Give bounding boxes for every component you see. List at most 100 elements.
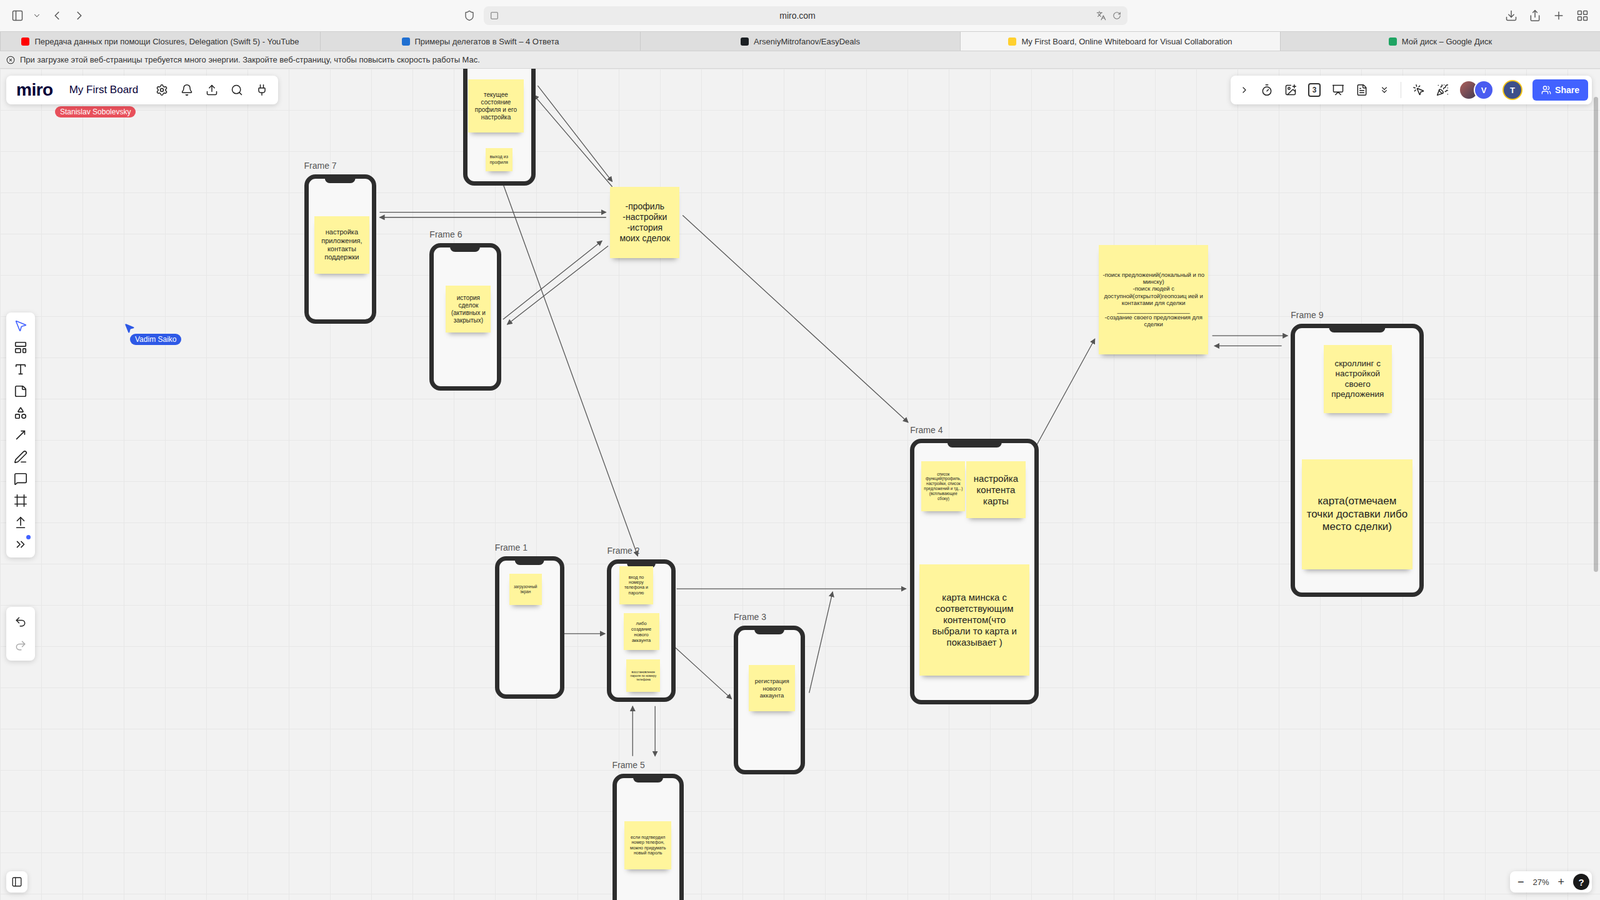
browser-tab[interactable]: Передача данных при помощи Closures, Del… xyxy=(0,31,320,51)
reload-icon[interactable] xyxy=(1112,11,1122,20)
sticky-note[interactable]: карта минска с соответствующим контентом… xyxy=(919,564,1030,676)
browser-tab[interactable]: ArseniyMitrofanov/EasyDeals xyxy=(640,31,960,51)
connector[interactable] xyxy=(379,211,606,213)
sticky-note[interactable]: настройка контента карты xyxy=(966,461,1026,519)
board-canvas[interactable]: текущее состояние профиля и его настройк… xyxy=(0,68,1600,900)
sticky-note[interactable]: вход по номеру телефона и паролю xyxy=(619,566,654,604)
miro-logo[interactable]: miro xyxy=(16,80,54,100)
sticky-note[interactable]: загрузочный экран xyxy=(509,573,542,606)
phone-frame[interactable]: Frame 9скроллинг с настройкой своего пре… xyxy=(1290,323,1424,598)
phone-frame[interactable]: Frame 1загрузочный экран xyxy=(495,556,565,700)
settings-icon[interactable] xyxy=(155,83,169,97)
connector[interactable] xyxy=(506,245,609,325)
sticky-note[interactable]: -профиль -настройки -история моих сделок xyxy=(610,186,680,259)
phone-frame[interactable]: текущее состояние профиля и его настройк… xyxy=(463,68,536,186)
phone-frame[interactable]: Frame 7настройка приложения, контакты по… xyxy=(304,174,377,324)
export-icon[interactable] xyxy=(205,83,219,97)
sticky-note[interactable]: список функций(профиль, настройки, списо… xyxy=(921,461,965,512)
search-icon[interactable] xyxy=(230,83,244,97)
frame-label[interactable]: Frame 5 xyxy=(612,760,645,770)
connector[interactable] xyxy=(632,706,634,757)
frame-label[interactable]: Frame 6 xyxy=(429,229,462,240)
apps-icon[interactable] xyxy=(255,83,269,97)
reactions-icon[interactable] xyxy=(1436,83,1449,97)
connector[interactable] xyxy=(503,240,602,320)
connector[interactable] xyxy=(655,706,656,757)
tab-label[interactable]: My First Board, Online Whiteboard for Vi… xyxy=(1021,36,1232,47)
close-notice-icon[interactable] xyxy=(6,55,15,65)
sticky-note[interactable]: карта(отмечаем точки доставки либо место… xyxy=(1301,459,1412,570)
phone-frame[interactable]: Frame 2вход по номеру телефона и паролюл… xyxy=(606,559,675,703)
user-avatar[interactable]: T xyxy=(1503,81,1522,99)
timer-icon[interactable] xyxy=(1260,83,1274,97)
frame-label[interactable]: Frame 3 xyxy=(733,611,767,622)
sticky-note[interactable]: восстановление пароля по номеру телефона xyxy=(626,659,660,692)
expand-icon[interactable] xyxy=(1239,85,1250,95)
panel-icon[interactable] xyxy=(11,876,23,888)
phone-frame[interactable]: Frame 4список функций(профиль, настройки… xyxy=(910,438,1039,704)
pen-icon[interactable] xyxy=(13,450,28,464)
address-bar[interactable]: miro.com xyxy=(483,6,1128,25)
presentation-icon[interactable] xyxy=(1331,83,1345,97)
forward-icon[interactable] xyxy=(72,8,87,23)
connector[interactable] xyxy=(1212,335,1289,336)
tab-label[interactable]: Примеры делегатов в Swift – 4 Ответа xyxy=(415,36,560,47)
shield-icon[interactable] xyxy=(463,10,475,22)
notes-icon[interactable] xyxy=(1355,83,1369,97)
scrollbar[interactable] xyxy=(1593,96,1599,572)
chevron-down-icon[interactable] xyxy=(32,11,42,20)
back-icon[interactable] xyxy=(50,8,64,23)
bell-icon[interactable] xyxy=(180,83,194,97)
share-button[interactable]: Share xyxy=(1532,79,1589,101)
browser-tab[interactable]: Мой диск – Google Диск xyxy=(1280,31,1600,51)
frame-label[interactable]: Frame 2 xyxy=(606,545,640,556)
connector[interactable] xyxy=(537,85,612,182)
share-label[interactable]: Share xyxy=(1555,85,1580,95)
url-text[interactable]: miro.com xyxy=(505,10,1090,21)
sidebar-icon[interactable] xyxy=(11,9,24,22)
more-tools[interactable] xyxy=(13,537,28,552)
upload-icon[interactable] xyxy=(13,515,28,530)
frame-tool-icon[interactable] xyxy=(13,493,28,508)
download-icon[interactable] xyxy=(1505,9,1518,22)
insert-icon[interactable] xyxy=(1284,83,1297,97)
phone-frame[interactable]: Frame 5если подтвердил номер телефон, мо… xyxy=(612,773,684,900)
share-icon[interactable] xyxy=(1528,9,1542,22)
sticky-note[interactable]: регистрация нового аккаунта xyxy=(748,665,795,711)
connector[interactable] xyxy=(533,95,613,187)
select-icon[interactable] xyxy=(13,318,28,333)
sticky-note[interactable]: скроллинг с настройкой своего предложени… xyxy=(1323,345,1392,414)
more-icon[interactable] xyxy=(1379,85,1390,95)
tab-label[interactable]: ArseniyMitrofanov/EasyDeals xyxy=(753,36,860,47)
zoom-out[interactable]: − xyxy=(1517,875,1525,889)
more-tools-icon[interactable] xyxy=(13,537,28,552)
comment-icon[interactable] xyxy=(13,471,28,486)
shapes-icon[interactable] xyxy=(13,406,28,420)
sticky-note[interactable]: настройка приложения, контакты поддержки xyxy=(314,216,370,274)
undo-icon[interactable] xyxy=(14,615,27,629)
sticky-note[interactable]: история сделок (активных и закрытых) xyxy=(445,285,491,333)
user-avatar[interactable]: V xyxy=(1475,81,1493,99)
connector[interactable] xyxy=(809,591,834,694)
frame-label[interactable]: Frame 4 xyxy=(910,425,943,435)
text-tool-icon[interactable] xyxy=(13,362,28,377)
new-tab-icon[interactable] xyxy=(1552,9,1565,22)
connector[interactable] xyxy=(1030,338,1095,457)
phone-frame[interactable]: Frame 3регистрация нового аккаунта xyxy=(733,625,805,775)
connector[interactable] xyxy=(1214,345,1282,347)
redo-icon[interactable] xyxy=(14,639,27,652)
sticky-note[interactable]: если подтвердил номер телефон, можно при… xyxy=(624,821,672,870)
zoom-value[interactable]: 27% xyxy=(1532,877,1549,887)
follow-icon[interactable] xyxy=(1412,83,1425,97)
tab-label[interactable]: Мой диск – Google Диск xyxy=(1401,36,1492,47)
browser-tab[interactable]: Примеры делегатов в Swift – 4 Ответа xyxy=(320,31,640,51)
tab-label[interactable]: Передача данных при помощи Closures, Del… xyxy=(34,36,299,47)
frame-label[interactable]: Frame 1 xyxy=(495,542,528,553)
help-button[interactable]: ? xyxy=(1573,873,1590,890)
sticky-note[interactable]: текущее состояние профиля и его настройк… xyxy=(468,79,524,133)
page-icon[interactable] xyxy=(490,11,499,20)
panel-toggle[interactable] xyxy=(6,871,28,893)
connector[interactable] xyxy=(682,215,909,422)
sticky-note[interactable]: выход из профиля xyxy=(485,148,512,172)
frame-label[interactable]: Frame 7 xyxy=(304,160,337,171)
